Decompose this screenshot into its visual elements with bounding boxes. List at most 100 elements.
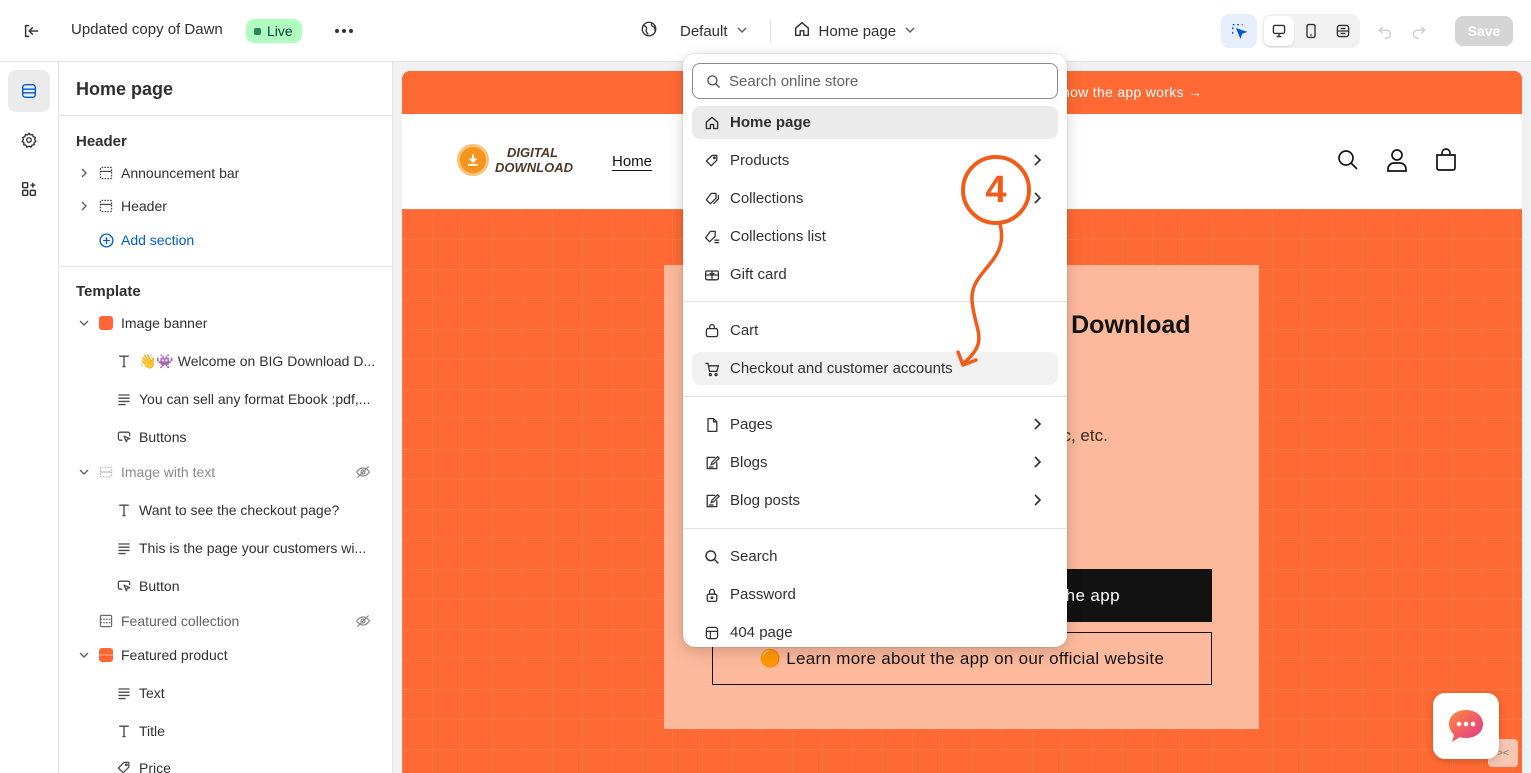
blog-post-icon [703,492,721,510]
menu-item-collections-list[interactable]: Collections list [692,220,1058,253]
section-header[interactable]: Header [59,189,392,223]
block-label: Title [139,723,165,739]
section-featured-product[interactable]: Featured product [59,638,392,672]
tag-icon [703,152,721,170]
block-heading[interactable]: Want to see the checkout page? [59,493,392,527]
theme-name: Updated copy of Dawn [71,21,223,38]
plus-circle-icon [97,231,115,249]
more-actions-icon[interactable] [330,19,358,43]
theme-settings-gear-icon[interactable] [8,119,50,161]
menu-item-label: Cart [730,322,759,339]
button-pointer-icon [115,577,133,595]
add-section-button[interactable]: Add section [59,223,392,257]
exit-icon[interactable] [19,19,43,43]
menu-item-blog-posts[interactable]: Blog posts [692,484,1058,517]
chevron-right-icon[interactable] [77,168,91,178]
live-status-badge: Live [246,19,302,43]
chevron-right-icon [1030,493,1044,507]
section-label: Featured collection [121,613,240,629]
section-label: Image with text [121,464,216,480]
sections-sidebar: Home page Header Announcement bar Header… [59,62,393,773]
download-icon [457,144,489,176]
editor-topbar: Updated copy of Dawn Live Default Home p… [0,0,1531,62]
menu-item-blogs[interactable]: Blogs [692,446,1058,479]
eye-hidden-icon[interactable] [355,464,371,480]
cart-icon [703,360,721,378]
view-selector-button[interactable]: Default [640,17,748,45]
search-input[interactable] [729,72,1049,90]
page-selector-button[interactable]: Home page [793,17,917,45]
account-icon[interactable] [1385,147,1409,173]
menu-item-label: Gift card [730,266,787,283]
chevron-down-icon[interactable] [77,318,91,328]
block-label: Price [139,760,171,773]
chevron-down-icon[interactable] [77,650,91,660]
block-text[interactable]: Text [59,676,392,710]
inspector-toggle-icon[interactable] [1221,14,1257,48]
section-image-banner[interactable]: Image banner [59,306,392,340]
paragraph-icon [115,390,133,408]
redo-icon[interactable] [1407,19,1431,43]
view-selector-label: Default [680,22,728,40]
search-icon[interactable] [1336,147,1360,173]
collections-list-icon [703,228,721,246]
section-featured-collection[interactable]: Featured collection [59,604,392,638]
desktop-view-icon[interactable] [1264,16,1294,46]
block-text[interactable]: This is the page your customers wi... [59,531,392,565]
block-label: Want to see the checkout page? [139,502,340,518]
block-label: Text [139,685,165,701]
home-icon [793,20,811,42]
chat-widget-icon[interactable] [1433,693,1499,759]
logo-wordmark: DIGITAL DOWNLOAD [495,145,573,175]
add-section-label: Add section [121,232,195,248]
status-label: Live [267,23,293,39]
topbar-center: Default Home page [640,17,916,45]
menu-item-search[interactable]: Search [692,540,1058,573]
step-number: 4 [985,168,1007,211]
block-button[interactable]: Button [59,569,392,603]
block-label: 👋👾 Welcome on BIG Download D... [139,352,376,369]
mobile-view-icon[interactable] [1296,16,1326,46]
fullscreen-view-icon[interactable] [1328,16,1358,46]
header-group-label: Header [76,133,127,150]
chevron-down-icon [904,24,916,39]
menu-item-label: Products [730,152,790,169]
chevron-right-icon[interactable] [77,201,91,211]
paragraph-icon [115,539,133,557]
block-title[interactable]: Title [59,714,392,748]
menu-item-label: Password [730,586,796,603]
header-icons [1336,147,1458,173]
menu-item-password[interactable]: Password [692,578,1058,611]
chevron-down-icon[interactable] [77,467,91,477]
topbar-separator [769,19,771,43]
app-embeds-icon[interactable] [8,168,50,210]
store-search-field[interactable] [692,63,1058,99]
menu-item-checkout-and-customer-accounts[interactable]: Checkout and customer accounts [692,352,1058,385]
nav-home-link[interactable]: Home [612,153,652,170]
menu-item-cart[interactable]: Cart [692,314,1058,347]
404-icon [703,624,721,642]
section-announcement-bar[interactable]: Announcement bar [59,156,392,190]
cart-bag-icon[interactable] [1434,147,1458,173]
device-switcher [1262,14,1360,48]
lock-icon [703,586,721,604]
store-logo[interactable]: DIGITAL DOWNLOAD [457,144,573,176]
sections-icon[interactable] [8,70,50,112]
menu-item-home-page[interactable]: Home page [692,106,1058,139]
block-text[interactable]: You can sell any format Ebook :pdf,... [59,382,392,416]
menu-item-404-page[interactable]: 404 page [692,616,1058,647]
menu-item-pages[interactable]: Pages [692,408,1058,441]
section-layout-icon [97,197,115,215]
block-label: This is the page your customers wi... [139,540,367,556]
block-heading[interactable]: 👋👾 Welcome on BIG Download D... [59,344,392,378]
save-button[interactable]: Save [1455,16,1513,46]
block-price[interactable]: Price [59,751,392,773]
menu-item-gift-card[interactable]: Gift card [692,258,1058,291]
section-image-with-text[interactable]: Image with text [59,455,392,489]
block-label: You can sell any format Ebook :pdf,... [139,391,371,407]
undo-icon[interactable] [1373,19,1397,43]
menu-item-label: Blogs [730,454,768,471]
menu-divider [683,301,1067,302]
block-buttons[interactable]: Buttons [59,420,392,454]
eye-hidden-icon[interactable] [355,613,371,629]
